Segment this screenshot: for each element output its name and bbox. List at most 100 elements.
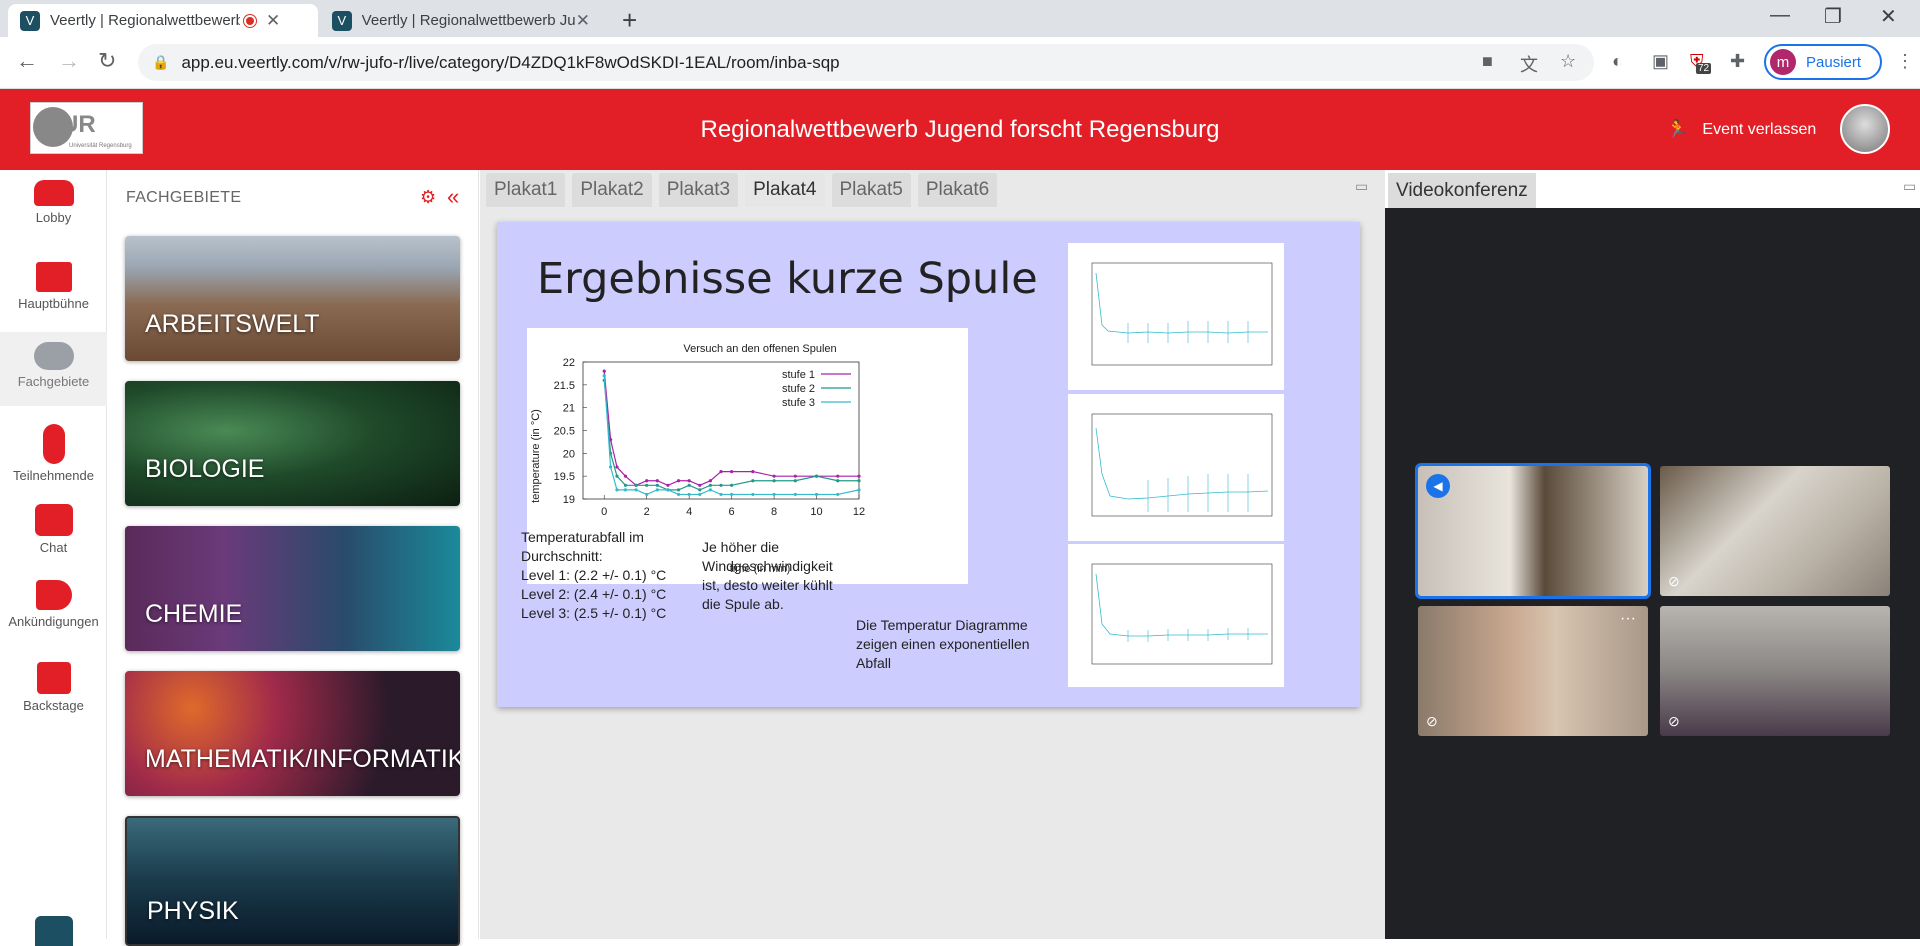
collapse-icon[interactable]: «	[447, 184, 459, 210]
close-window-icon[interactable]: ✕	[1880, 4, 1897, 29]
leave-event-button[interactable]: 🏃 Event verlassen	[1666, 119, 1816, 140]
data-point	[655, 479, 659, 483]
data-point	[719, 470, 723, 474]
more-options-icon[interactable]: ···	[1620, 610, 1636, 628]
nav-hauptbuehne[interactable]: Hauptbühne	[0, 252, 107, 324]
data-point	[793, 492, 797, 497]
legend-label: stufe 1	[782, 369, 815, 381]
data-point	[836, 479, 840, 483]
new-tab-button[interactable]: +	[622, 5, 637, 36]
category-card-arbeitswelt[interactable]: ARBEITSWELT	[125, 236, 460, 361]
app-header: UR Universität Regensburg Regionalwettbe…	[0, 89, 1920, 170]
extension-cast-icon[interactable]: ▣	[1652, 51, 1669, 72]
nav-backstage[interactable]: Backstage	[0, 652, 107, 724]
gear-icon[interactable]: ⚙	[420, 187, 436, 208]
left-navigation: Lobby Hauptbühne Fachgebiete Teilnehmend…	[0, 170, 107, 946]
tab-plakat5[interactable]: Plakat5	[831, 173, 911, 207]
tab-plakat1[interactable]: Plakat1	[486, 173, 566, 207]
tab-plakat6[interactable]: Plakat6	[917, 173, 998, 207]
speaker-icon: ◀	[1426, 474, 1450, 498]
url-text: app.eu.veertly.com/v/rw-jufo-r/live/cate…	[181, 52, 840, 72]
category-card-biologie[interactable]: BIOLOGIE	[125, 381, 460, 506]
nav-fachgebiete[interactable]: Fachgebiete	[0, 332, 107, 406]
nav-ankuendigungen[interactable]: Ankündigungen	[0, 570, 107, 642]
user-avatar[interactable]	[1840, 104, 1890, 154]
text-line: Temperaturabfall im	[521, 529, 644, 545]
maximize-video-icon[interactable]: ▭	[1903, 178, 1916, 195]
small-chart-svg	[1091, 413, 1273, 517]
megaphone-icon	[35, 580, 72, 610]
nav-lobby[interactable]: Lobby	[0, 170, 107, 242]
data-point	[793, 479, 797, 483]
poster: Ergebnisse kurze Spule Versuch an den of…	[497, 222, 1360, 707]
browser-toolbar: ← → ↻ 🔒 app.eu.veertly.com/v/rw-jufo-r/l…	[0, 37, 1920, 89]
back-icon[interactable]: ←	[16, 48, 38, 74]
x-tick-label: 6	[729, 506, 735, 518]
veertly-logo[interactable]	[35, 916, 73, 946]
video-tile-participant[interactable]: ⊘	[1660, 606, 1890, 736]
data-point	[609, 465, 613, 469]
veertly-favicon-icon: V	[332, 10, 352, 31]
minimize-icon[interactable]: —	[1770, 4, 1790, 27]
text-line: ist, desto weiter kühlt	[702, 577, 833, 593]
data-point	[719, 483, 723, 487]
restore-icon[interactable]: ❐	[1824, 4, 1842, 29]
y-axis-label: temperature (in °C)	[530, 409, 542, 503]
data-point	[708, 479, 712, 483]
mic-off-icon: ⊘	[1668, 573, 1680, 589]
camera-permission-icon[interactable]: ■	[1482, 51, 1493, 72]
data-point	[623, 483, 628, 487]
series-line	[603, 380, 859, 491]
extension-shield-icon[interactable]: ⛨ 72	[1690, 51, 1712, 74]
profile-button[interactable]: m Pausiert	[1764, 44, 1882, 80]
forward-icon[interactable]: →	[58, 48, 80, 74]
data-point	[751, 492, 755, 497]
y-tick-label: 20	[563, 448, 575, 460]
category-card-physik[interactable]: PHYSIK	[125, 816, 460, 946]
video-tile-participant[interactable]: ⊘ ···	[1418, 606, 1648, 736]
tab-videokonferenz[interactable]: Videokonferenz	[1388, 173, 1536, 208]
nav-chat[interactable]: Chat	[0, 494, 107, 566]
bookmark-star-icon[interactable]: ☆	[1560, 51, 1576, 72]
close-tab-icon[interactable]: ✕	[576, 11, 590, 31]
text-line: Je höher die	[702, 539, 780, 555]
maximize-poster-icon[interactable]: ▭	[1355, 178, 1368, 195]
translate-icon[interactable]: 文	[1520, 51, 1538, 77]
extension-circle-icon[interactable]: ◐	[1612, 51, 1623, 72]
text-line: zeigen einen exponentiellen	[856, 636, 1030, 652]
text-line: Die Temperatur Diagramme	[856, 617, 1028, 633]
data-point	[615, 465, 619, 469]
data-point	[836, 474, 840, 478]
video-tile-speaker[interactable]: ◀	[1415, 463, 1651, 599]
tab-plakat3[interactable]: Plakat3	[658, 173, 739, 207]
extensions-puzzle-icon[interactable]: ✚	[1730, 51, 1745, 72]
small-chart-1	[1068, 243, 1284, 390]
data-point	[751, 479, 755, 483]
tab-plakat4[interactable]: Plakat4	[745, 173, 825, 207]
close-tab-icon[interactable]: ✕	[266, 11, 280, 31]
data-point	[730, 492, 734, 497]
category-card-chemie[interactable]: CHEMIE	[125, 526, 460, 651]
data-point	[698, 492, 702, 497]
text-line: Level 3: (2.5 +/- 0.1) °C	[521, 605, 667, 621]
data-point	[615, 474, 619, 478]
mic-off-icon: ⊘	[1668, 713, 1680, 729]
nav-teilnehmende[interactable]: Teilnehmende	[0, 414, 107, 486]
category-card-mathematik[interactable]: MATHEMATIK/INFORMATIK	[125, 671, 460, 796]
poster-panel: Plakat1 Plakat2 Plakat3 Plakat4 Plakat5 …	[480, 170, 1385, 939]
video-tile-participant[interactable]: ⊘	[1660, 466, 1890, 596]
category-label: MATHEMATIK/INFORMATIK	[145, 745, 460, 773]
browser-tab[interactable]: V Veertly | Regionalwettbewerb Jugend fo…	[320, 4, 602, 37]
data-point	[655, 483, 659, 487]
x-tick-label: 12	[853, 506, 865, 518]
category-panel: FACHGEBIETE ⚙ « ARBEITSWELT BIOLOGIE CHE…	[107, 170, 479, 946]
reload-icon[interactable]: ↻	[98, 48, 116, 74]
y-tick-label: 19	[563, 494, 575, 506]
tab-plakat2[interactable]: Plakat2	[572, 173, 652, 207]
y-tick-label: 19.5	[554, 471, 575, 483]
x-tick-label: 0	[601, 506, 607, 518]
address-bar[interactable]: 🔒 app.eu.veertly.com/v/rw-jufo-r/live/ca…	[138, 44, 1594, 81]
poster-text-exponential: Die Temperatur Diagramme zeigen einen ex…	[856, 616, 1030, 673]
browser-menu-icon[interactable]: ⋮	[1896, 51, 1914, 72]
browser-tab-active[interactable]: V Veertly | Regionalwettbewerb Jugend fo…	[8, 4, 318, 37]
